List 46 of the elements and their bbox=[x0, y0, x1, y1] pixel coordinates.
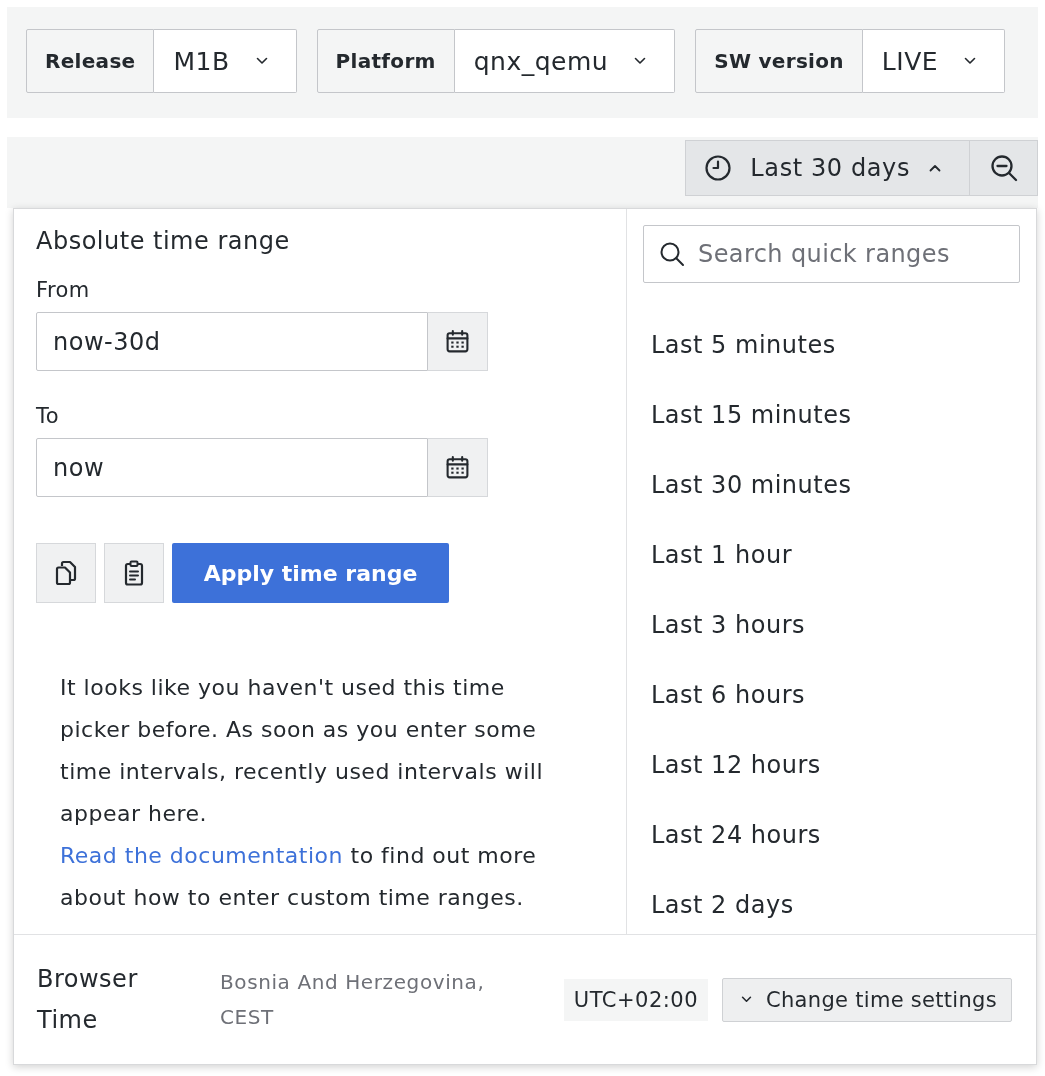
variable-dropdown[interactable]: M1B bbox=[154, 29, 297, 93]
caret-icon bbox=[634, 57, 647, 65]
calendar-button[interactable] bbox=[428, 312, 488, 371]
calendar-button[interactable] bbox=[428, 438, 488, 497]
documentation-hint: Read the documentation to find out more about how to enter custom time ranges. bbox=[60, 842, 538, 912]
calendar-icon bbox=[445, 329, 470, 354]
clipboard-icon bbox=[123, 560, 145, 586]
calendar-icon bbox=[445, 455, 470, 480]
field-label: To bbox=[36, 403, 60, 429]
zoom-out-icon bbox=[989, 154, 1018, 182]
quick-range-item[interactable]: Last 24 hours bbox=[643, 800, 1020, 870]
clock-icon bbox=[705, 155, 732, 181]
apply-button[interactable]: Apply time range bbox=[172, 543, 449, 603]
utc-offset-badge: UTC+02:00 bbox=[563, 978, 709, 1021]
field-label: From bbox=[36, 277, 91, 303]
quick-range-item[interactable]: Last 6 hours bbox=[643, 660, 1020, 730]
change-time-settings-button[interactable]: Change time settings bbox=[722, 977, 1012, 1022]
paste-button[interactable] bbox=[104, 543, 164, 603]
input-field[interactable]: now bbox=[36, 438, 428, 497]
panel-title: Absolute time range bbox=[36, 226, 291, 257]
timezone-text: Bosnia And Herzegovina, CEST bbox=[220, 968, 486, 1031]
quick-range-item[interactable]: Last 12 hours bbox=[643, 730, 1020, 800]
search-field[interactable]: Search quick ranges bbox=[643, 225, 1020, 283]
caret-icon bbox=[741, 996, 753, 1003]
quick-range-item[interactable]: Last 30 minutes bbox=[643, 450, 1020, 520]
variable-label: SW version bbox=[695, 29, 863, 93]
copy-icon bbox=[55, 560, 77, 586]
search-icon bbox=[659, 241, 685, 267]
variable-label: Platform bbox=[316, 29, 455, 93]
zoom-out-button[interactable] bbox=[970, 140, 1038, 196]
time-range-button[interactable]: Last 30 days bbox=[685, 140, 970, 196]
quick-range-item[interactable]: Last 1 hour bbox=[643, 520, 1020, 590]
browser-time-label: Browser Time bbox=[37, 963, 139, 1036]
quick-range-item[interactable]: Last 5 minutes bbox=[643, 310, 1020, 380]
variable-dropdown[interactable]: qnx_qemu bbox=[454, 29, 676, 93]
variable-dropdown[interactable]: LIVE bbox=[862, 29, 1006, 93]
variable-label: Release bbox=[26, 29, 155, 93]
quick-range-item[interactable]: Last 2 days bbox=[643, 870, 1020, 934]
quick-range-item[interactable]: Last 15 minutes bbox=[643, 380, 1020, 450]
caret-icon bbox=[964, 57, 977, 65]
copy-button[interactable] bbox=[36, 543, 96, 603]
documentation-link[interactable]: Read the documentation bbox=[60, 843, 343, 868]
input-field[interactable]: now-30d bbox=[36, 312, 428, 371]
hint-text: It looks like you haven't used this time picker before. As soon as you enter some time intervals, recently used intervals will appear here. bbox=[60, 674, 544, 828]
caret-icon bbox=[255, 57, 268, 65]
quick-range-item[interactable]: Last 3 hours bbox=[643, 590, 1020, 660]
